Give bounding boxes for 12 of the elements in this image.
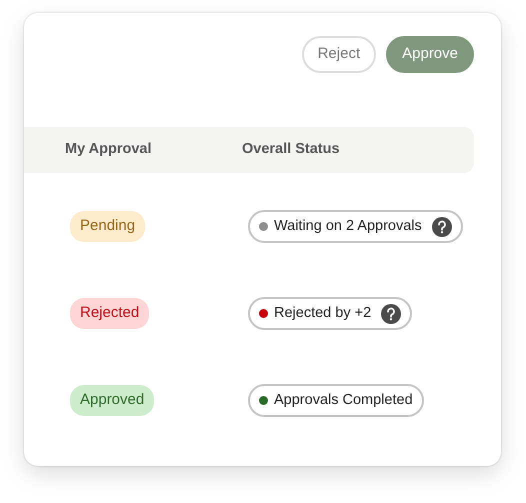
status-text: Waiting on 2 Approvals	[274, 216, 422, 236]
help-icon[interactable]	[432, 216, 452, 236]
reject-button[interactable]: Reject	[302, 36, 376, 73]
approval-status-badge: Rejected	[70, 298, 150, 329]
column-header: My Approval	[64, 140, 152, 160]
status-text: Approvals Completed	[274, 390, 413, 410]
column-header: Overall Status	[242, 140, 340, 160]
help-icon[interactable]	[381, 304, 402, 324]
approval-status-badge: Approved	[70, 385, 154, 416]
status-text: Rejected by +2	[274, 304, 372, 323]
approval-status-badge: Pending	[70, 211, 146, 242]
approve-button[interactable]: Approve	[386, 36, 474, 73]
